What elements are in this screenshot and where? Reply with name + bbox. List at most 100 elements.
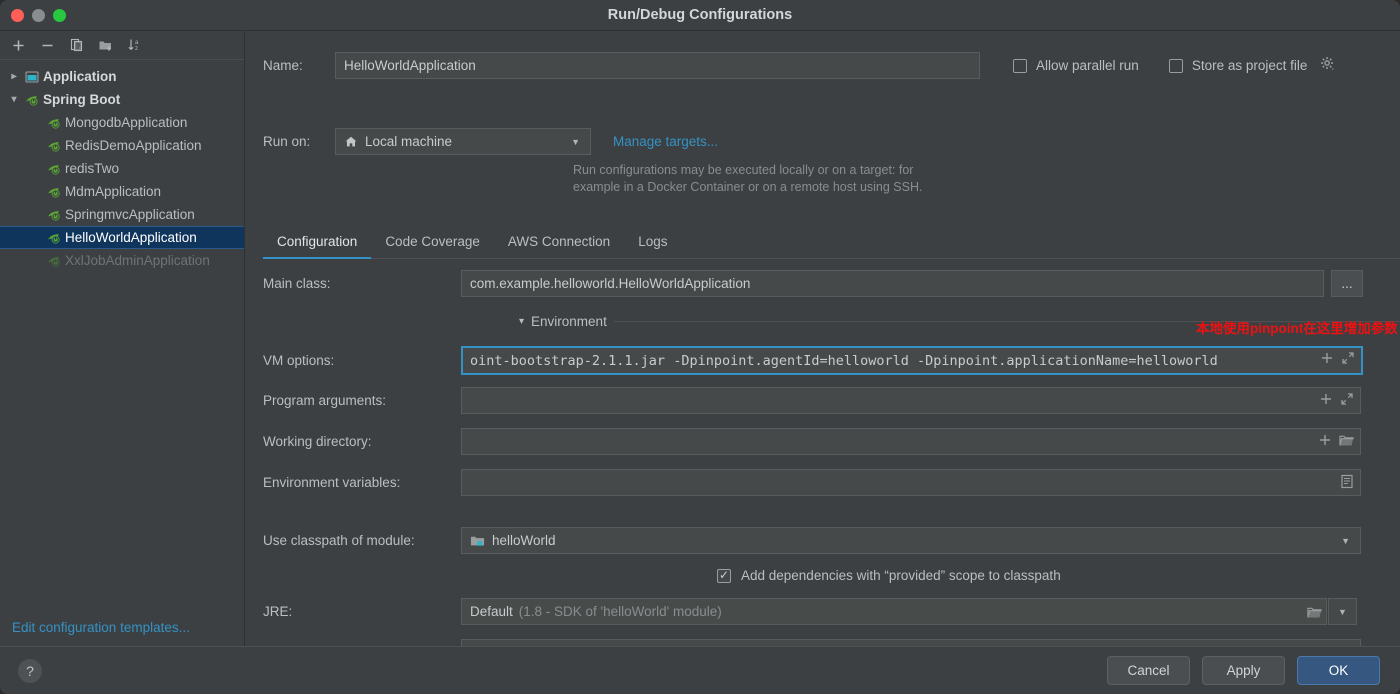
- tab-code-coverage[interactable]: Code Coverage: [371, 234, 494, 258]
- tree-node-spring-boot[interactable]: ▾ Spring Boot: [0, 88, 244, 111]
- jre-dropdown-button[interactable]: ▼: [1328, 598, 1357, 625]
- main-class-row: Main class: com.example.helloworld.Hello…: [263, 270, 1400, 297]
- environment-variables-input[interactable]: [461, 469, 1361, 496]
- cancel-button[interactable]: Cancel: [1107, 656, 1190, 685]
- help-button[interactable]: ?: [18, 658, 42, 683]
- remove-configuration-button[interactable]: [34, 33, 61, 58]
- program-arguments-input[interactable]: [461, 387, 1361, 414]
- tab-aws-connection[interactable]: AWS Connection: [494, 234, 624, 258]
- tree-node-helloworldapplication[interactable]: HelloWorldApplication: [0, 226, 244, 249]
- use-classpath-row: Use classpath of module: helloWorld ▼: [263, 527, 1400, 554]
- main-class-browse-button[interactable]: ...: [1331, 270, 1363, 297]
- edit-variables-icon[interactable]: [1340, 474, 1354, 492]
- jre-input[interactable]: Default (1.8 - SDK of 'helloWorld' modul…: [461, 598, 1327, 625]
- chevron-down-icon[interactable]: ▼: [1335, 536, 1356, 546]
- main-class-label: Main class:: [263, 276, 331, 291]
- page-title: Run/Debug Configurations: [607, 7, 793, 23]
- environment-section-label: Environment: [531, 314, 607, 329]
- check-icon: ✓: [718, 568, 730, 582]
- new-folder-icon[interactable]: [92, 33, 119, 58]
- run-on-row: Run on: Local machine ▼ Manage targets..…: [263, 128, 1163, 155]
- tree-node-xxljobadminapplication[interactable]: XxlJobAdminApplication: [0, 249, 244, 272]
- spring-boot-icon: [44, 138, 64, 154]
- edit-configuration-templates-link[interactable]: Edit configuration templates...: [12, 620, 190, 635]
- shorten-command-line-detail: - java [options] className [args]: [506, 645, 702, 646]
- home-icon: [344, 135, 358, 149]
- spring-boot-icon: [44, 184, 64, 200]
- expand-icon[interactable]: [1340, 392, 1354, 409]
- store-as-project-file-checkbox[interactable]: Store as project file: [1168, 56, 1336, 76]
- folder-icon[interactable]: [1339, 433, 1354, 450]
- use-classpath-value: helloWorld: [492, 533, 556, 548]
- footer-buttons: Cancel Apply OK: [1107, 656, 1380, 685]
- program-arguments-actions: [1313, 392, 1354, 409]
- zoom-icon[interactable]: [53, 8, 66, 22]
- tree-node-mongodbapplication[interactable]: MongodbApplication: [0, 111, 244, 134]
- copy-configuration-icon[interactable]: [63, 33, 90, 58]
- gear-icon[interactable]: [1320, 56, 1335, 76]
- dialog-body: a z ▸ Application ▾ Spring Boot MongodbA…: [0, 31, 1400, 646]
- main-class-input[interactable]: com.example.helloworld.HelloWorldApplica…: [461, 270, 1324, 297]
- pinpoint-annotation: 本地使用pinpoint在这里增加参数: [1196, 321, 1398, 336]
- vm-options-label: VM options:: [263, 353, 335, 368]
- tab-configuration[interactable]: Configuration: [263, 234, 372, 259]
- spring-boot-icon: [44, 230, 64, 246]
- sidebar-toolbar: a z: [0, 31, 244, 60]
- allow-parallel-run-checkbox[interactable]: Allow parallel run: [1013, 58, 1139, 73]
- program-arguments-row: Program arguments:: [263, 387, 1400, 414]
- chevron-down-icon[interactable]: ▼: [1338, 607, 1347, 617]
- checkbox-box[interactable]: [1168, 58, 1183, 73]
- sort-alpha-icon[interactable]: a z: [121, 33, 148, 58]
- editor-tabs: Configuration Code Coverage AWS Connecti…: [263, 226, 1400, 259]
- add-dependencies-checkbox[interactable]: ✓ Add dependencies with “provided” scope…: [717, 568, 1061, 583]
- run-debug-configurations-dialog: Run/Debug Configurations a z ▸ Applicati…: [0, 0, 1400, 694]
- expand-icon[interactable]: [1341, 351, 1355, 370]
- tree-node-redisdemoapplication[interactable]: RedisDemoApplication: [0, 134, 244, 157]
- jre-value: Default: [470, 604, 513, 619]
- configuration-form: Name: HelloWorldApplication Allow parall…: [245, 31, 1400, 646]
- add-macro-icon[interactable]: [1320, 351, 1334, 370]
- add-dependencies-label: Add dependencies with “provided” scope t…: [741, 568, 1061, 583]
- shorten-command-line-dropdown[interactable]: none - java [options] className [args] ▼: [461, 639, 1361, 646]
- tree-node-redistwo[interactable]: redisTwo: [0, 157, 244, 180]
- jre-label: JRE:: [263, 604, 293, 619]
- ok-button[interactable]: OK: [1297, 656, 1380, 685]
- jre-row: JRE: Default (1.8 - SDK of 'helloWorld' …: [263, 598, 1400, 625]
- jre-browse-icon[interactable]: [1301, 605, 1322, 619]
- chevron-right-icon[interactable]: ▸: [6, 71, 22, 82]
- tab-logs[interactable]: Logs: [624, 234, 681, 258]
- minimize-icon[interactable]: [32, 8, 45, 22]
- vm-options-value: oint-bootstrap-2.1.1.jar -Dpinpoint.agen…: [470, 352, 1218, 369]
- tree-node-label: RedisDemoApplication: [65, 138, 202, 153]
- checkbox-box[interactable]: ✓: [717, 568, 731, 583]
- use-classpath-dropdown[interactable]: helloWorld ▼: [461, 527, 1361, 554]
- add-macro-icon[interactable]: [1318, 433, 1332, 450]
- checkbox-box[interactable]: [1013, 58, 1027, 73]
- working-directory-input[interactable]: [461, 428, 1361, 455]
- run-on-dropdown[interactable]: Local machine ▼: [335, 128, 591, 155]
- spring-boot-icon: [44, 207, 64, 223]
- chevron-down-icon[interactable]: ▼: [565, 137, 586, 147]
- shorten-command-line-value: none: [470, 645, 500, 646]
- apply-button[interactable]: Apply: [1202, 656, 1285, 685]
- manage-targets-link[interactable]: Manage targets...: [613, 134, 718, 149]
- add-configuration-button[interactable]: [5, 33, 32, 58]
- shorten-command-line-row: Shorten command line: none - java [optio…: [263, 639, 1400, 646]
- use-classpath-label: Use classpath of module:: [263, 533, 415, 548]
- tree-node-application[interactable]: ▸ Application: [0, 65, 244, 88]
- working-directory-label: Working directory:: [263, 434, 372, 449]
- tree-node-mdmapplication[interactable]: MdmApplication: [0, 180, 244, 203]
- application-icon: [22, 69, 42, 85]
- vm-options-input[interactable]: oint-bootstrap-2.1.1.jar -Dpinpoint.agen…: [461, 346, 1363, 375]
- run-on-label: Run on:: [263, 134, 311, 149]
- spring-boot-icon: [44, 253, 64, 269]
- add-macro-icon[interactable]: [1319, 392, 1333, 409]
- close-icon[interactable]: [11, 8, 24, 22]
- environment-variables-label: Environment variables:: [263, 475, 401, 490]
- tree-node-springmvcapplication[interactable]: SpringmvcApplication: [0, 203, 244, 226]
- name-label: Name:: [263, 58, 303, 73]
- name-input[interactable]: HelloWorldApplication: [335, 52, 980, 79]
- chevron-down-icon[interactable]: ▾: [519, 316, 524, 327]
- chevron-down-icon[interactable]: ▾: [6, 94, 22, 105]
- module-icon: [470, 534, 485, 548]
